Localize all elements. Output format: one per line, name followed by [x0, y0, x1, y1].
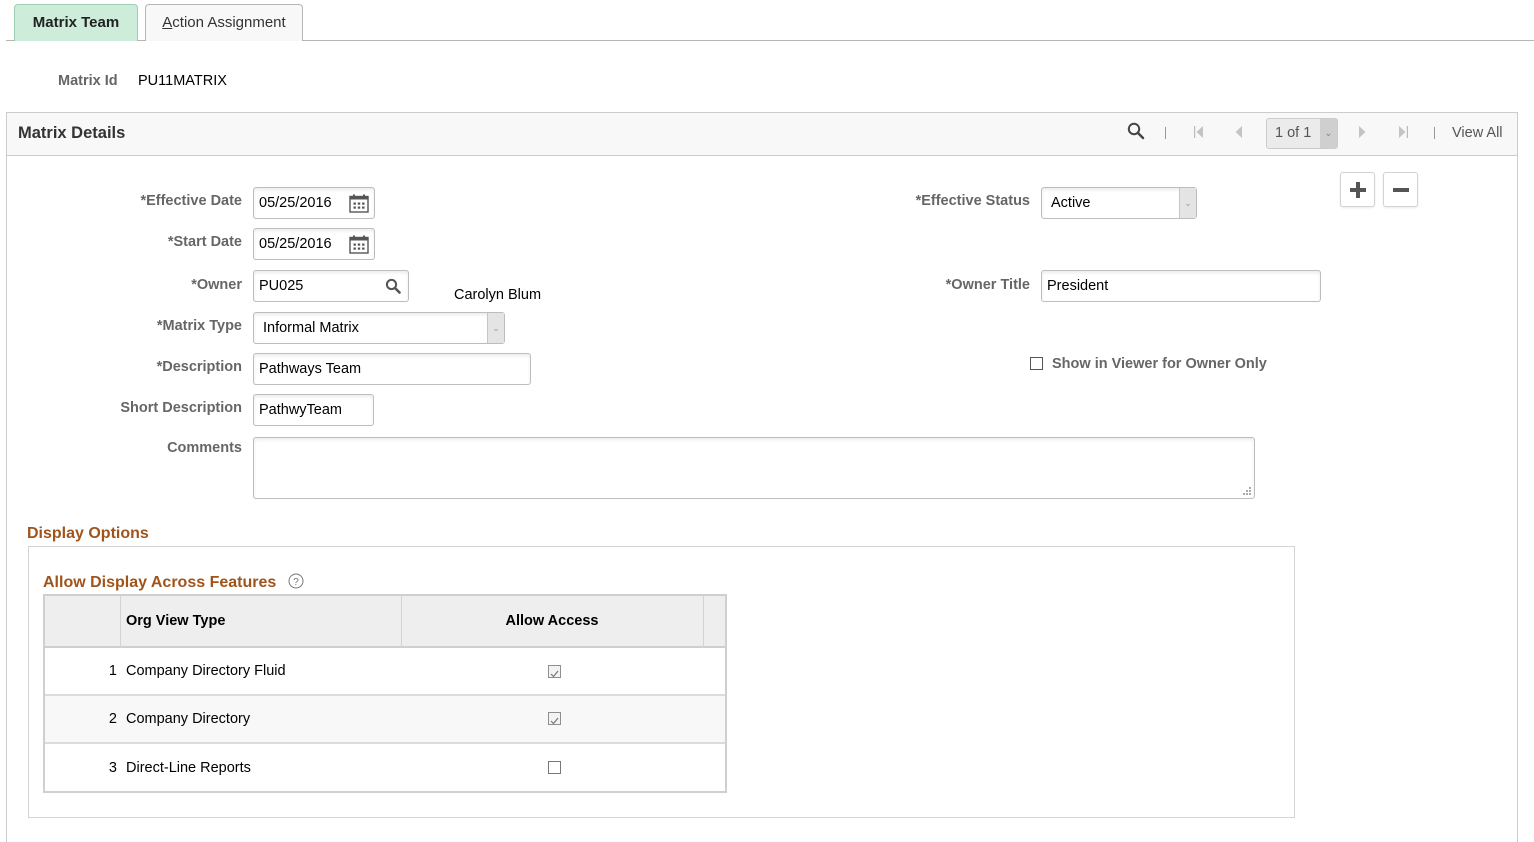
show-in-viewer-checkbox[interactable] — [1030, 357, 1043, 370]
owner-input[interactable]: PU025 — [253, 270, 409, 302]
row-number: 1 — [108, 663, 117, 679]
last-icon[interactable] — [1397, 125, 1409, 142]
next-icon[interactable] — [1357, 125, 1367, 142]
effective-status-select[interactable]: Active ⌄ — [1041, 187, 1197, 219]
column-header-allow-access[interactable]: Allow Access — [402, 613, 702, 629]
display-options-title: Display Options — [27, 525, 149, 542]
first-icon[interactable] — [1193, 125, 1205, 142]
minus-icon — [1393, 188, 1409, 192]
description-value: Pathways Team — [259, 361, 362, 377]
page-text: 1 of 1 — [1275, 125, 1312, 141]
chevron-down-icon[interactable]: ⌄ — [487, 313, 504, 343]
start-date-label: *Start Date — [167, 234, 242, 250]
matrix-details-title: Matrix Details — [18, 124, 126, 142]
chevron-down-icon[interactable]: ⌄ — [1179, 188, 1196, 218]
view-all-link[interactable]: View All — [1452, 125, 1503, 141]
resize-handle-icon[interactable] — [1243, 487, 1252, 496]
tab-matrix-team-label: Matrix Team — [32, 14, 120, 31]
nav-separator — [1434, 127, 1435, 139]
owner-title-input[interactable]: President — [1041, 270, 1321, 302]
effective-status-value: Active — [1051, 195, 1091, 211]
page-selector[interactable]: 1 of 1 ⌄ — [1266, 118, 1338, 149]
start-date-value: 05/25/2016 — [259, 236, 332, 252]
effective-date-value: 05/25/2016 — [259, 195, 332, 211]
previous-icon[interactable] — [1234, 125, 1244, 142]
owner-title-label: *Owner Title — [945, 277, 1030, 293]
org-view-type-cell: Direct-Line Reports — [126, 760, 251, 776]
owner-name: Carolyn Blum — [454, 287, 542, 303]
svg-text:?: ? — [293, 577, 299, 588]
delete-row-button[interactable] — [1383, 172, 1418, 207]
short-description-input[interactable]: PathwyTeam — [253, 394, 374, 426]
tab-matrix-team[interactable]: Matrix Team — [14, 4, 138, 41]
effective-date-input[interactable]: 05/25/2016 — [253, 187, 375, 219]
row-number: 2 — [108, 711, 117, 727]
lookup-icon[interactable] — [385, 278, 401, 294]
allow-display-title: Allow Display Across Features — [43, 574, 277, 591]
nav-separator — [1165, 127, 1166, 139]
table-row: 2 Company Directory — [45, 696, 725, 743]
matrix-type-label: *Matrix Type — [156, 318, 242, 334]
comments-textarea[interactable] — [253, 437, 1255, 499]
short-description-label: Short Description — [120, 400, 242, 416]
allow-access-checkbox[interactable] — [548, 712, 561, 725]
accesskey: A — [162, 14, 173, 31]
allow-display-grid: Org View Type Allow Access 1 Company Dir… — [43, 594, 727, 793]
row-number: 3 — [108, 760, 117, 776]
allow-access-checkbox[interactable] — [548, 665, 561, 678]
grid-header: Org View Type Allow Access — [45, 596, 725, 648]
plus-icon — [1350, 182, 1366, 198]
calendar-icon[interactable] — [349, 194, 369, 213]
show-in-viewer-label: Show in Viewer for Owner Only — [1052, 356, 1267, 372]
description-label: *Description — [156, 359, 242, 375]
column-header-org-view-type[interactable]: Org View Type — [126, 613, 225, 629]
owner-value: PU025 — [259, 278, 304, 294]
short-description-value: PathwyTeam — [259, 402, 343, 418]
matrix-type-select[interactable]: Informal Matrix ⌄ — [253, 312, 505, 344]
matrix-id-value: PU11MATRIX — [138, 73, 227, 89]
org-view-type-cell: Company Directory — [126, 711, 251, 727]
tab-action-assignment[interactable]: Action Assignment — [145, 4, 303, 41]
owner-label: *Owner — [191, 277, 242, 293]
table-row: 3 Direct-Line Reports — [45, 744, 725, 791]
start-date-input[interactable]: 05/25/2016 — [253, 228, 375, 260]
description-input[interactable]: Pathways Team — [253, 353, 531, 385]
allow-access-checkbox[interactable] — [548, 761, 561, 774]
add-row-button[interactable] — [1340, 172, 1375, 207]
comments-label: Comments — [167, 440, 242, 456]
org-view-type-cell: Company Directory Fluid — [126, 663, 286, 679]
matrix-type-value: Informal Matrix — [263, 320, 359, 336]
matrix-id-label: Matrix Id — [58, 73, 118, 89]
check-icon — [550, 670, 559, 678]
effective-date-label: *Effective Date — [140, 193, 242, 209]
table-row: 1 Company Directory Fluid — [45, 648, 725, 695]
calendar-icon[interactable] — [349, 235, 369, 254]
check-icon — [550, 717, 559, 725]
owner-title-value: President — [1047, 278, 1109, 294]
tab-action-assignment-label: Action Assignment — [162, 14, 285, 31]
find-icon[interactable] — [1127, 122, 1145, 143]
chevron-down-icon[interactable]: ⌄ — [1320, 119, 1337, 148]
effective-status-label: *Effective Status — [915, 193, 1030, 209]
help-icon[interactable]: ? — [288, 573, 304, 589]
tab-label-rest: ction Assignment — [172, 14, 286, 31]
